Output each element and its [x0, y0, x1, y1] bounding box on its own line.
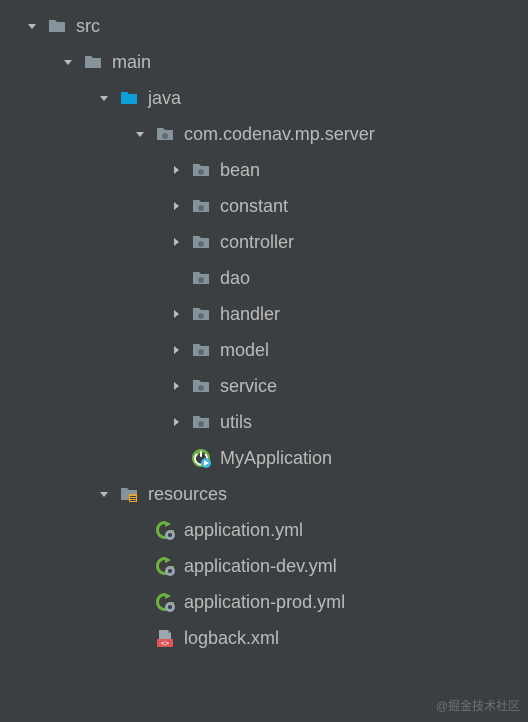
tree-node[interactable]: com.codenav.mp.server	[0, 116, 528, 152]
package-icon	[190, 303, 212, 325]
tree-node-label: dao	[220, 268, 250, 289]
folder-grey-icon	[46, 15, 68, 37]
tree-node[interactable]: utils	[0, 404, 528, 440]
tree-node[interactable]: src	[0, 8, 528, 44]
spring-yml-icon	[154, 591, 176, 613]
package-icon	[190, 159, 212, 181]
chevron-right-icon[interactable]	[164, 158, 188, 182]
chevron-right-icon[interactable]	[164, 374, 188, 398]
tree-node[interactable]: model	[0, 332, 528, 368]
tree-node-label: MyApplication	[220, 448, 332, 469]
folder-grey-icon	[82, 51, 104, 73]
tree-node[interactable]: handler	[0, 296, 528, 332]
tree-node-label: bean	[220, 160, 260, 181]
chevron-right-icon[interactable]	[164, 302, 188, 326]
tree-node-label: logback.xml	[184, 628, 279, 649]
package-icon	[190, 231, 212, 253]
folder-resources-icon	[118, 483, 140, 505]
tree-node-label: java	[148, 88, 181, 109]
tree-node[interactable]: java	[0, 80, 528, 116]
chevron-down-icon[interactable]	[128, 122, 152, 146]
chevron-down-icon[interactable]	[56, 50, 80, 74]
tree-node-label: com.codenav.mp.server	[184, 124, 375, 145]
package-icon	[190, 195, 212, 217]
tree-node[interactable]: constant	[0, 188, 528, 224]
tree-node[interactable]: resources	[0, 476, 528, 512]
package-icon	[190, 339, 212, 361]
tree-node[interactable]: main	[0, 44, 528, 80]
tree-node-label: utils	[220, 412, 252, 433]
spring-yml-icon	[154, 555, 176, 577]
xml-icon: <>	[154, 627, 176, 649]
chevron-right-icon[interactable]	[164, 230, 188, 254]
chevron-right-icon[interactable]	[164, 410, 188, 434]
tree-node[interactable]: application.yml	[0, 512, 528, 548]
chevron-right-icon[interactable]	[164, 194, 188, 218]
watermark: @掘金技术社区	[436, 697, 520, 714]
tree-node[interactable]: dao	[0, 260, 528, 296]
tree-node[interactable]: application-dev.yml	[0, 548, 528, 584]
tree-node[interactable]: service	[0, 368, 528, 404]
svg-text:<>: <>	[161, 640, 169, 648]
package-icon	[190, 411, 212, 433]
tree-node-label: application.yml	[184, 520, 303, 541]
chevron-down-icon[interactable]	[92, 86, 116, 110]
folder-blue-icon	[118, 87, 140, 109]
spring-yml-icon	[154, 519, 176, 541]
chevron-down-icon[interactable]	[92, 482, 116, 506]
tree-node-label: application-dev.yml	[184, 556, 337, 577]
tree-node[interactable]: bean	[0, 152, 528, 188]
tree-node-label: src	[76, 16, 100, 37]
package-icon	[190, 267, 212, 289]
tree-node-label: resources	[148, 484, 227, 505]
tree-node-label: application-prod.yml	[184, 592, 345, 613]
tree-node-label: constant	[220, 196, 288, 217]
tree-node-label: controller	[220, 232, 294, 253]
tree-node[interactable]: <> logback.xml	[0, 620, 528, 656]
package-icon	[190, 375, 212, 397]
project-tree: srcmain javacom.codenav.mp.server bean cons…	[0, 8, 528, 656]
tree-node-label: main	[112, 52, 151, 73]
tree-node[interactable]: MyApplication	[0, 440, 528, 476]
spring-boot-icon	[190, 447, 212, 469]
chevron-down-icon[interactable]	[20, 14, 44, 38]
tree-node-label: model	[220, 340, 269, 361]
package-icon	[154, 123, 176, 145]
chevron-right-icon[interactable]	[164, 338, 188, 362]
tree-node[interactable]: application-prod.yml	[0, 584, 528, 620]
tree-node-label: handler	[220, 304, 280, 325]
tree-node[interactable]: controller	[0, 224, 528, 260]
tree-node-label: service	[220, 376, 277, 397]
